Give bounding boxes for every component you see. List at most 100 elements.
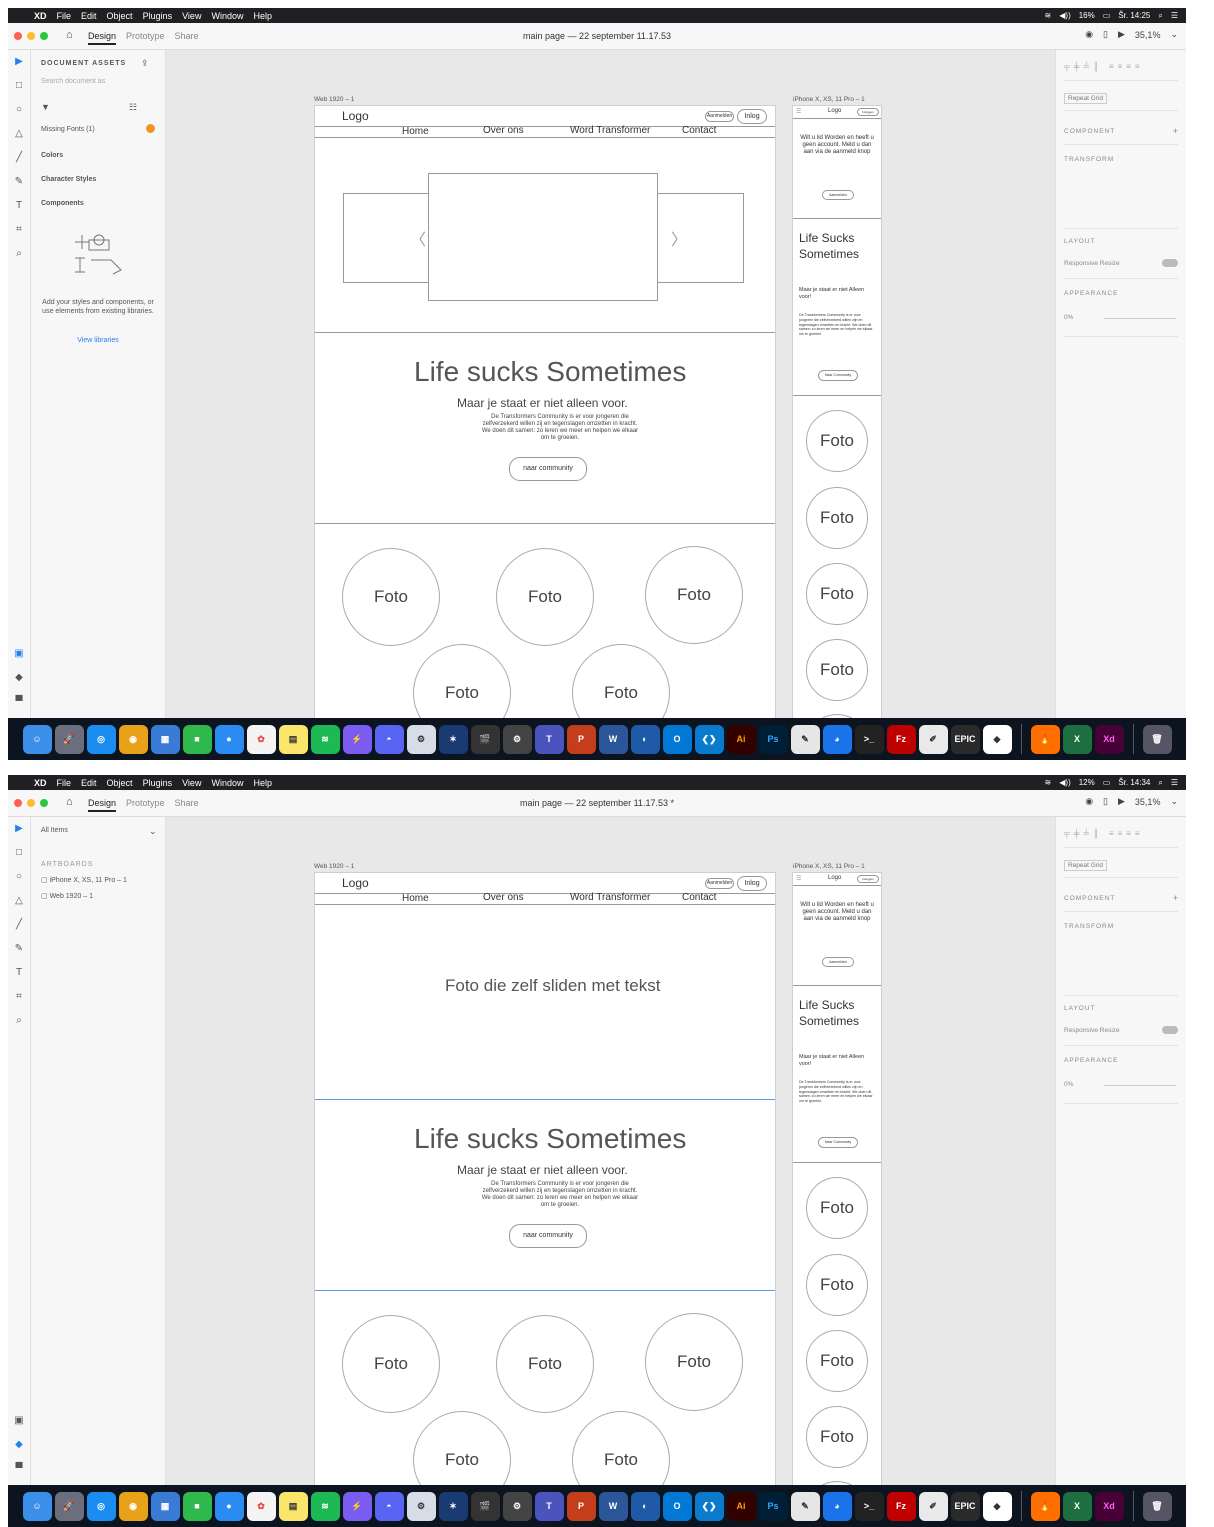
system-preferences-icon[interactable]: ⚙ (502, 724, 532, 754)
safari-icon[interactable]: ◎ (86, 1491, 116, 1521)
phone-artboard[interactable]: ☰ Logo Inloggen Wilt u lid Worden en hee… (792, 105, 882, 718)
menu-plugins[interactable]: Plugins (143, 778, 173, 788)
unity-icon[interactable]: ✶ (438, 1491, 468, 1521)
battery-icon[interactable]: ▭ (1103, 778, 1111, 787)
rectangle-tool-icon[interactable]: □ (8, 841, 30, 865)
epic-games-icon[interactable]: EPIC (950, 724, 980, 754)
paint-icon[interactable]: ✎ (790, 724, 820, 754)
spotify-icon[interactable]: ≋ (310, 724, 340, 754)
xd-icon[interactable]: Xd (1094, 724, 1124, 754)
zoom-level[interactable]: 35,1% (1135, 797, 1161, 807)
wifi-icon[interactable]: ≋ (1045, 11, 1052, 20)
zoom-tool-icon[interactable]: ⌕ (8, 242, 30, 266)
roblox-icon[interactable]: ◆ (982, 1491, 1012, 1521)
menu-edit[interactable]: Edit (81, 778, 97, 788)
textedit-icon[interactable]: ✐ (918, 1491, 948, 1521)
zoom-tool-icon[interactable]: ⌕ (8, 1009, 30, 1033)
xd-icon[interactable]: Xd (1094, 1491, 1124, 1521)
powerpoint-icon[interactable]: P (566, 724, 596, 754)
menu-app[interactable]: XD (34, 11, 47, 21)
chevron-down-icon[interactable]: ⌄ (1170, 29, 1178, 40)
excel-icon[interactable]: X (1062, 1491, 1092, 1521)
menu-window[interactable]: Window (211, 11, 243, 21)
opacity-slider[interactable] (1104, 1085, 1176, 1086)
filezilla-icon[interactable]: Fz (886, 724, 916, 754)
colors-section[interactable]: Colors (41, 152, 63, 159)
launchpad-icon[interactable]: 🚀 (54, 724, 84, 754)
text-tool-icon[interactable]: T (8, 194, 30, 218)
menu-view[interactable]: View (182, 11, 201, 21)
final-cut-icon[interactable]: 🎬 (470, 724, 500, 754)
teams-icon[interactable]: T (534, 1491, 564, 1521)
menu-view[interactable]: View (182, 778, 201, 788)
polygon-tool-icon[interactable]: △ (8, 122, 30, 146)
menu-file[interactable]: File (57, 778, 72, 788)
ellipse-tool-icon[interactable]: ○ (8, 865, 30, 889)
spotify-icon[interactable]: ≋ (310, 1491, 340, 1521)
line-tool-icon[interactable]: ╱ (8, 913, 30, 937)
teams-icon[interactable]: T (534, 724, 564, 754)
final-cut-icon[interactable]: 🎬 (470, 1491, 500, 1521)
terminal-icon[interactable]: >_ (854, 724, 884, 754)
steam-icon[interactable]: ⚙ (406, 1491, 436, 1521)
powerpoint-icon[interactable]: P (566, 1491, 596, 1521)
discord-icon[interactable]: ◓ (374, 1491, 404, 1521)
trash-icon[interactable]: 🗑 (1142, 1491, 1172, 1521)
plugins-icon[interactable]: ▀ (8, 1457, 30, 1481)
spotlight-icon[interactable]: ⌕ (1158, 11, 1162, 21)
export-icon[interactable]: ⇪ (141, 58, 149, 69)
unity-icon[interactable]: ✶ (438, 724, 468, 754)
responsive-toggle[interactable] (1162, 259, 1178, 267)
clock[interactable]: Šr. 14:34 (1118, 778, 1150, 787)
repeat-grid-button[interactable]: Repeat Grid (1064, 93, 1108, 104)
pen-tool-icon[interactable]: ✎ (8, 937, 30, 961)
textedit-icon[interactable]: ✐ (918, 724, 948, 754)
device-preview-icon[interactable]: ▯ (1103, 796, 1108, 807)
select-tool-icon[interactable]: ▶ (8, 50, 30, 74)
messenger-icon[interactable]: ⚡ (342, 724, 372, 754)
illustrator-icon[interactable]: Ai (726, 724, 756, 754)
phone-artboard-label[interactable]: iPhone X, XS, 11 Pro – 1 (793, 96, 865, 103)
rectangle-tool-icon[interactable]: □ (8, 74, 30, 98)
align-icons[interactable]: ╤╪╧║ ≡≡≡≡ (1064, 62, 1144, 71)
finder-icon[interactable]: ☺ (22, 724, 52, 754)
user-icon[interactable]: ◉ (1085, 29, 1093, 40)
layer-artboard-web[interactable]: ▢ Web 1920 – 1 (41, 892, 93, 900)
document-title[interactable]: main page — 22 september 11.17.53 (8, 31, 1186, 41)
text-tool-icon[interactable]: T (8, 961, 30, 985)
opacity-slider[interactable] (1104, 318, 1176, 319)
user-icon[interactable]: ◉ (1085, 796, 1093, 807)
design-canvas[interactable]: Web 1920 – 1 Logo Aanmelden Inlog Home O… (166, 817, 1056, 1485)
excel-icon[interactable]: X (1062, 724, 1092, 754)
word-icon[interactable]: W (598, 1491, 628, 1521)
outlook-icon[interactable]: O (662, 724, 692, 754)
plugins-icon[interactable]: ▀ (8, 690, 30, 714)
layer-artboard-phone[interactable]: ▢ iPhone X, XS, 11 Pro – 1 (41, 876, 127, 884)
web-artboard-label[interactable]: Web 1920 – 1 (314, 863, 354, 870)
add-component-icon[interactable]: + (1173, 126, 1178, 136)
paint-icon[interactable]: ✎ (790, 1491, 820, 1521)
messenger-icon[interactable]: ⚡ (342, 1491, 372, 1521)
web-artboard-label[interactable]: Web 1920 – 1 (314, 96, 354, 103)
opacity-value[interactable]: 0% (1064, 314, 1073, 321)
components-section[interactable]: Components (41, 200, 84, 207)
menu-app[interactable]: XD (34, 778, 47, 788)
menu-plugins[interactable]: Plugins (143, 11, 173, 21)
polygon-tool-icon[interactable]: △ (8, 889, 30, 913)
hot-app-icon[interactable]: 🔥 (1030, 1491, 1060, 1521)
artboard-tool-icon[interactable]: ⌗ (8, 985, 30, 1009)
clock[interactable]: Šr. 14:25 (1118, 11, 1150, 20)
photos-icon[interactable]: ✿ (246, 724, 276, 754)
web-artboard[interactable]: Logo Aanmelden Inlog Home Over ons Word … (314, 105, 776, 718)
add-component-icon[interactable]: + (1173, 893, 1178, 903)
spotlight-icon[interactable]: ⌕ (1158, 778, 1162, 788)
word-icon[interactable]: W (598, 724, 628, 754)
layers-icon[interactable]: ◆ (8, 666, 30, 690)
chrome-icon[interactable]: ◉ (118, 1491, 148, 1521)
grid-view-icon[interactable]: ☷ (129, 102, 137, 113)
filter-icon[interactable]: ▼ (41, 102, 50, 112)
repeat-grid-button[interactable]: Repeat Grid (1064, 860, 1108, 871)
line-tool-icon[interactable]: ╱ (8, 146, 30, 170)
ellipse-tool-icon[interactable]: ○ (8, 98, 30, 122)
safari-icon[interactable]: ◎ (86, 724, 116, 754)
